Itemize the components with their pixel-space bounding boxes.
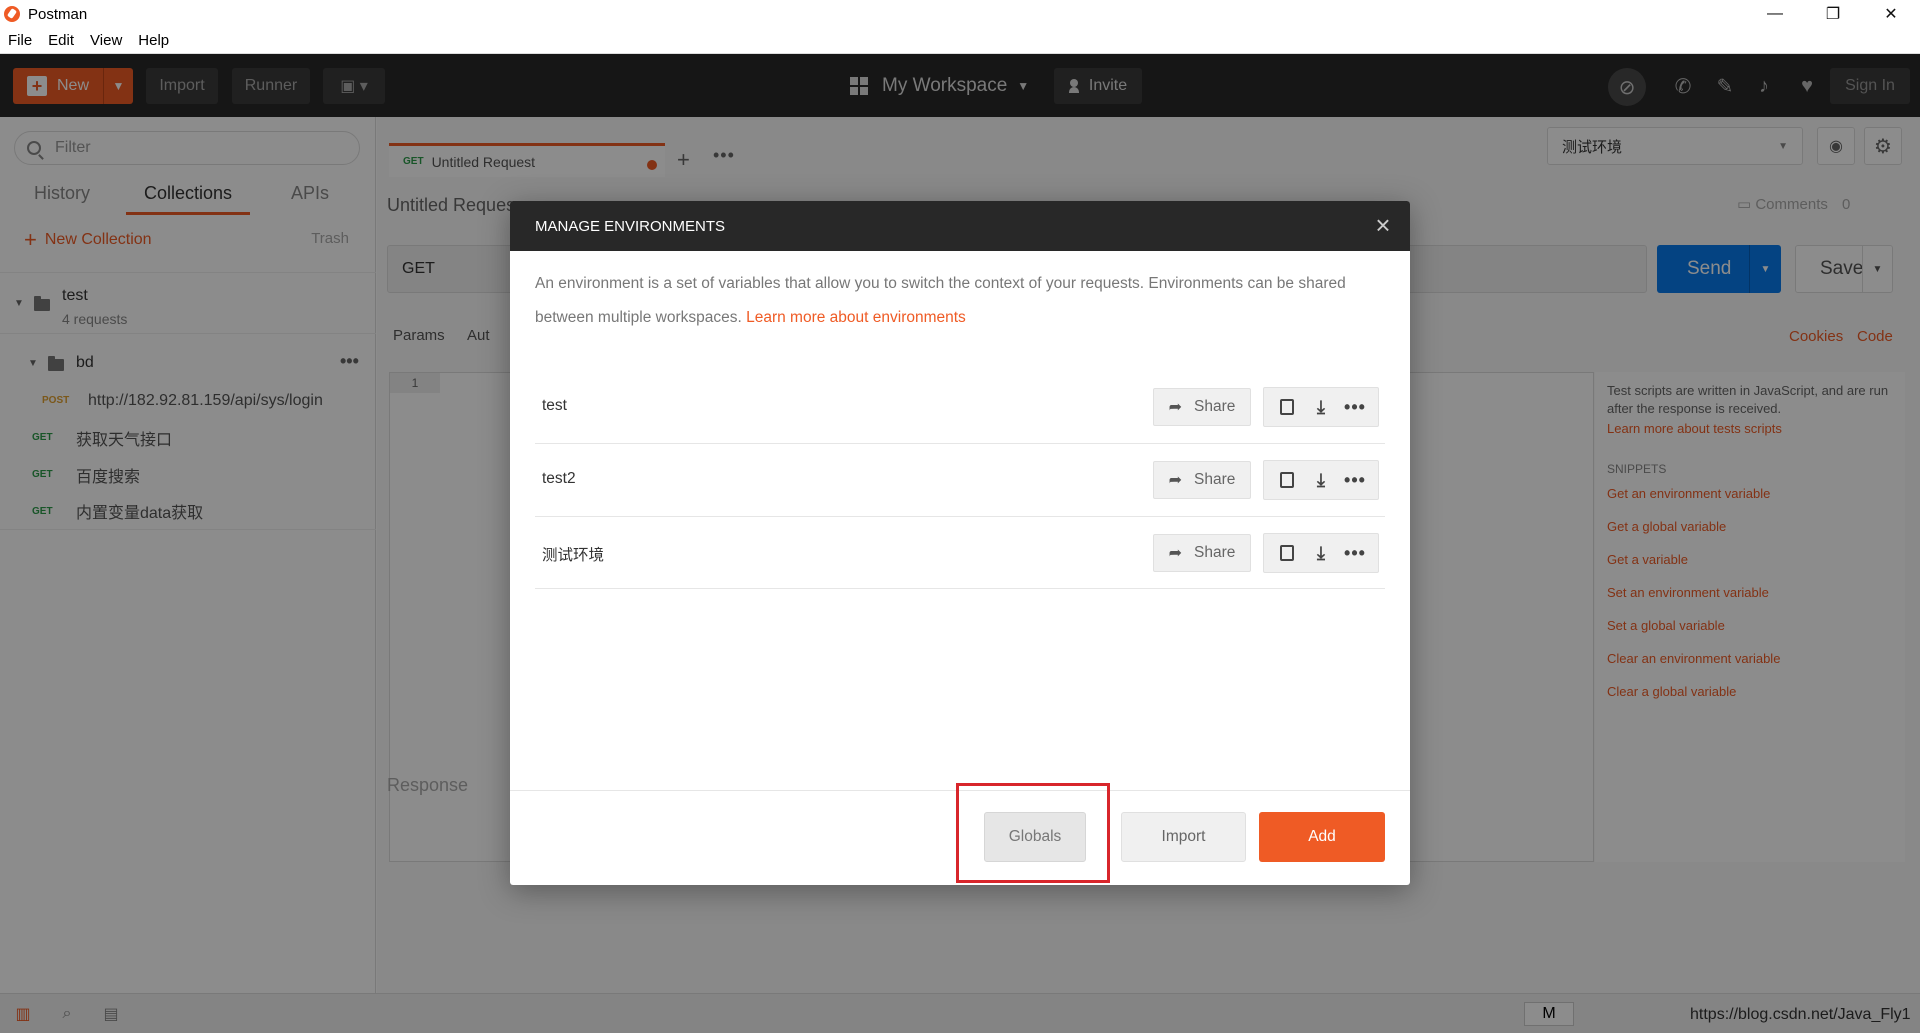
highlight-annotation: [956, 783, 1110, 883]
menu-view[interactable]: View: [90, 32, 122, 49]
share-arrow-icon: ➦: [1168, 399, 1183, 416]
more-icon[interactable]: •••: [1344, 470, 1365, 490]
app-title: Postman: [28, 5, 88, 23]
share-button[interactable]: ➦ Share: [1153, 534, 1251, 572]
environment-actions: ⤓ •••: [1263, 460, 1379, 500]
share-label: Share: [1194, 544, 1236, 561]
menu-bar: File Edit View Help: [0, 28, 1920, 54]
environment-list: test ➦ Share ⤓ ••• test2 ➦ Share ⤓ ••• 测…: [535, 371, 1385, 589]
share-button[interactable]: ➦ Share: [1153, 388, 1251, 426]
more-icon[interactable]: •••: [1344, 397, 1365, 417]
environment-actions: ⤓ •••: [1263, 533, 1379, 573]
environment-name[interactable]: test: [542, 397, 567, 415]
import-environment-button[interactable]: Import: [1121, 812, 1246, 862]
close-window-button[interactable]: ✕: [1862, 0, 1920, 28]
environment-row[interactable]: test ➦ Share ⤓ •••: [535, 371, 1385, 444]
share-button[interactable]: ➦ Share: [1153, 461, 1251, 499]
modal-backdrop-header: [0, 54, 1920, 117]
share-arrow-icon: ➦: [1168, 545, 1183, 562]
environment-row[interactable]: test2 ➦ Share ⤓ •••: [535, 444, 1385, 517]
maximize-button[interactable]: ❐: [1804, 0, 1862, 28]
add-environment-button[interactable]: Add: [1259, 812, 1385, 862]
more-icon[interactable]: •••: [1344, 543, 1365, 563]
learn-more-link[interactable]: Learn more about environments: [746, 309, 966, 326]
share-label: Share: [1194, 471, 1236, 488]
duplicate-icon[interactable]: [1276, 396, 1297, 417]
modal-title: MANAGE ENVIRONMENTS: [535, 217, 726, 235]
duplicate-icon[interactable]: [1276, 542, 1297, 563]
download-icon[interactable]: ⤓: [1311, 397, 1331, 417]
environment-actions: ⤓ •••: [1263, 387, 1379, 427]
environment-name[interactable]: 测试环境: [542, 543, 604, 565]
share-label: Share: [1194, 398, 1236, 415]
modal-description: An environment is a set of variables tha…: [535, 267, 1385, 335]
close-icon[interactable]: ×: [1370, 212, 1396, 239]
download-icon[interactable]: ⤓: [1311, 470, 1331, 490]
menu-help[interactable]: Help: [138, 32, 169, 49]
minimize-button[interactable]: —: [1746, 0, 1804, 28]
menu-file[interactable]: File: [8, 32, 32, 49]
environment-name[interactable]: test2: [542, 470, 576, 488]
share-arrow-icon: ➦: [1168, 472, 1183, 489]
environment-row[interactable]: 测试环境 ➦ Share ⤓ •••: [535, 517, 1385, 589]
menu-edit[interactable]: Edit: [48, 32, 74, 49]
modal-header: MANAGE ENVIRONMENTS ×: [510, 201, 1410, 251]
window-controls: — ❐ ✕: [1746, 0, 1920, 28]
duplicate-icon[interactable]: [1276, 469, 1297, 490]
postman-logo-icon: [4, 6, 20, 22]
title-bar: Postman — ❐ ✕: [0, 0, 1920, 28]
download-icon[interactable]: ⤓: [1311, 543, 1331, 563]
